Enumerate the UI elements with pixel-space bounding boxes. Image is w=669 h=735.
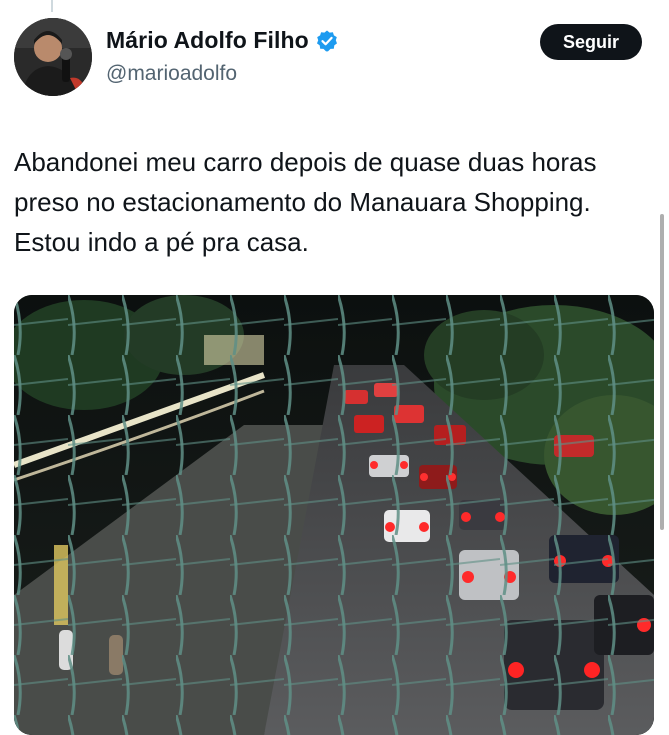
scrollbar[interactable]: [660, 214, 664, 530]
author-avatar[interactable]: [14, 18, 92, 96]
author-handle[interactable]: @marioadolfo: [106, 62, 237, 86]
thread-connector-line: [51, 0, 53, 12]
follow-button[interactable]: Seguir: [540, 24, 642, 60]
tweet-media-image[interactable]: [14, 295, 654, 735]
author-name-row: Mário Adolfo Filho: [106, 27, 339, 54]
verified-badge-icon: [315, 29, 339, 53]
tweet-text: Abandonei meu carro depois de quase duas…: [14, 147, 597, 257]
author-display-name[interactable]: Mário Adolfo Filho: [106, 27, 309, 54]
